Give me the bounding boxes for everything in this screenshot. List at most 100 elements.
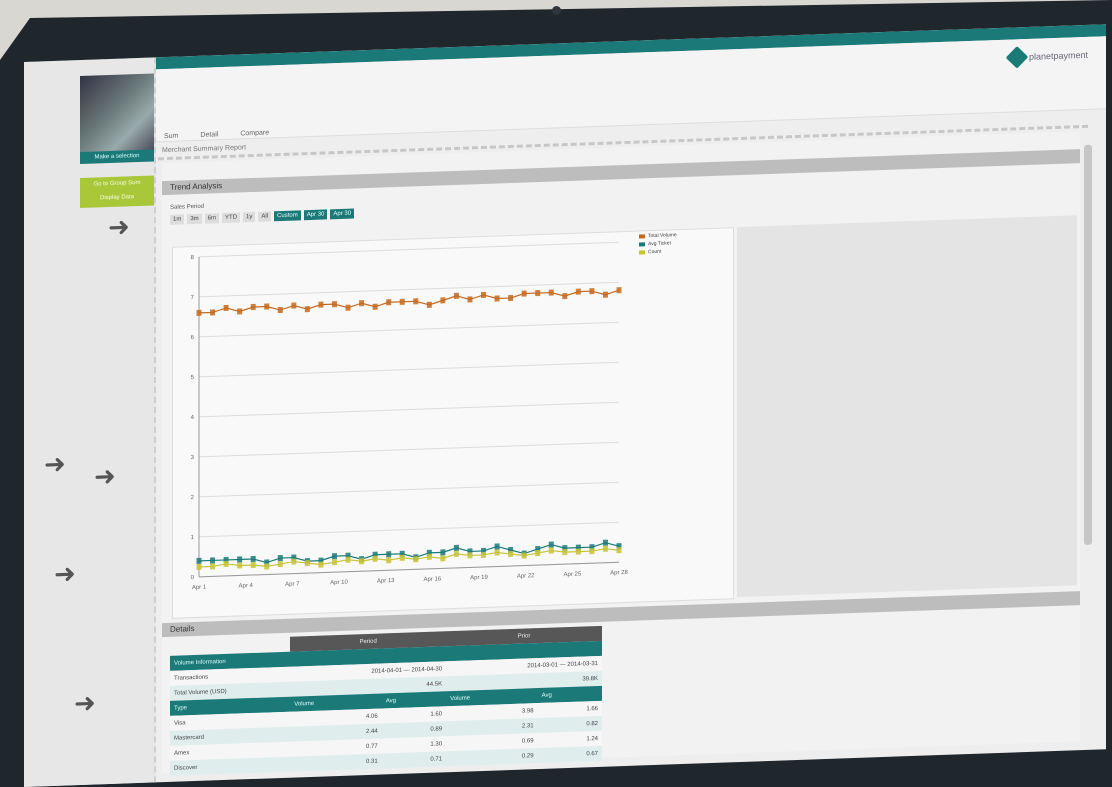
data-point	[535, 289, 541, 297]
data-point	[426, 301, 432, 308]
date-from[interactable]: Apr 30	[303, 209, 328, 221]
data-point	[345, 304, 351, 311]
hero-image	[80, 73, 154, 157]
x-tick-label: Apr 13	[377, 578, 395, 585]
data-point	[223, 560, 229, 568]
data-point	[210, 309, 216, 316]
data-point	[223, 304, 229, 312]
arrow-right-icon[interactable]: ➜	[44, 449, 66, 480]
arrow-right-icon[interactable]: ➜	[54, 558, 76, 589]
app-screen: planetpayment Make a selection Go to Gro…	[24, 24, 1106, 787]
data-point	[453, 550, 459, 557]
table-section: Details Period Prior Volume Information …	[162, 591, 1080, 776]
filter-custom[interactable]: Custom	[274, 210, 301, 222]
chart-legend: Total Volume Avg Ticket Count	[639, 231, 703, 257]
data-point	[277, 560, 283, 568]
data-point	[521, 552, 527, 559]
data-point	[359, 558, 365, 565]
data-point	[196, 563, 202, 570]
data-point	[521, 290, 527, 297]
filter-ytd[interactable]: YTD	[222, 212, 241, 224]
data-point	[210, 563, 216, 570]
arrow-right-icon[interactable]: ➜	[74, 687, 96, 718]
y-tick-label: 3	[191, 455, 195, 461]
data-point	[399, 298, 405, 305]
data-point	[494, 295, 500, 302]
x-axis	[199, 561, 619, 578]
gridline	[199, 321, 619, 338]
data-point	[359, 300, 365, 307]
menu-item-compare[interactable]: Compare	[240, 129, 269, 137]
data-point	[304, 560, 310, 567]
filter-6m[interactable]: 6m	[204, 213, 220, 224]
gridline	[199, 521, 619, 538]
brand[interactable]: planetpayment	[1005, 46, 1088, 69]
data-point	[575, 548, 581, 555]
data-point	[250, 561, 256, 569]
data-point	[494, 543, 500, 550]
gridline	[199, 401, 619, 418]
y-tick-label: 0	[191, 575, 195, 581]
chart-container: 0 1 2 3 4 5 6 7 8 Apr 1 Apr 4 Apr 7 Apr 10 Apr 13 Apr …	[172, 227, 734, 619]
data-point	[331, 559, 337, 566]
x-tick-label: Apr 4	[238, 583, 253, 590]
legend-label: Count	[648, 248, 662, 256]
data-point	[602, 291, 608, 298]
breadcrumb: Merchant Summary Report	[162, 144, 247, 155]
data-point	[413, 556, 419, 563]
data-point	[196, 557, 202, 564]
legend-swatch	[639, 234, 645, 239]
brand-logo-icon	[1005, 46, 1029, 69]
legend-label: Avg Ticket	[648, 240, 671, 248]
menu-item-sum[interactable]: Sum	[164, 133, 178, 141]
data-point	[453, 544, 459, 551]
data-point	[616, 287, 622, 294]
data-point	[264, 303, 270, 310]
legend-entry[interactable]: Total Volume	[639, 231, 703, 239]
y-tick-label: 4	[191, 415, 195, 421]
arrow-right-icon[interactable]: ➜	[108, 211, 130, 242]
menu-item-detail[interactable]: Detail	[200, 131, 218, 139]
x-tick-label: Apr 16	[423, 576, 441, 583]
y-tick-label: 1	[191, 535, 195, 541]
hero-label[interactable]: Make a selection	[80, 149, 154, 165]
data-point	[386, 551, 392, 558]
legend-entry[interactable]: Count	[639, 247, 703, 255]
data-point	[210, 557, 216, 564]
arrow-right-icon[interactable]: ➜	[94, 461, 116, 492]
x-tick-label: Apr 7	[285, 581, 300, 588]
gridline	[199, 441, 619, 458]
date-to[interactable]: Apr 30	[330, 208, 355, 220]
gridline	[199, 281, 619, 298]
filter-1m[interactable]: 1m	[170, 214, 185, 225]
data-point	[589, 288, 595, 295]
data-point	[318, 301, 324, 308]
data-point	[386, 557, 392, 564]
x-tick-label: Apr 19	[470, 575, 488, 582]
legend-entry[interactable]: Avg Ticket	[639, 239, 703, 247]
data-point	[589, 548, 595, 555]
camera-icon	[552, 6, 561, 15]
filter-3m[interactable]: 3m	[187, 213, 202, 225]
side-pane	[737, 215, 1077, 598]
filter-all[interactable]: All	[258, 211, 272, 222]
chart-section-bar: Trend Analysis	[162, 149, 1080, 196]
x-tick-label: Apr 22	[517, 573, 535, 580]
data-point	[562, 549, 568, 556]
filter-1y[interactable]: 1y	[243, 211, 256, 223]
scrollbar[interactable]	[1084, 144, 1092, 545]
data-point	[237, 308, 243, 315]
gridline	[199, 481, 619, 498]
series-line	[199, 289, 620, 314]
go-button-line2: Display Data	[99, 194, 134, 202]
data-point	[386, 299, 392, 306]
data-point	[426, 553, 432, 560]
go-button[interactable]: Go to Group Sum Display Data	[80, 175, 154, 209]
data-point	[277, 554, 283, 562]
left-panel: Make a selection Go to Group Sum Display…	[24, 57, 156, 787]
data-point	[237, 556, 243, 563]
x-tick-label: Apr 28	[610, 570, 628, 577]
data-point	[237, 562, 243, 569]
data-point	[440, 549, 446, 556]
data-point	[440, 297, 446, 304]
